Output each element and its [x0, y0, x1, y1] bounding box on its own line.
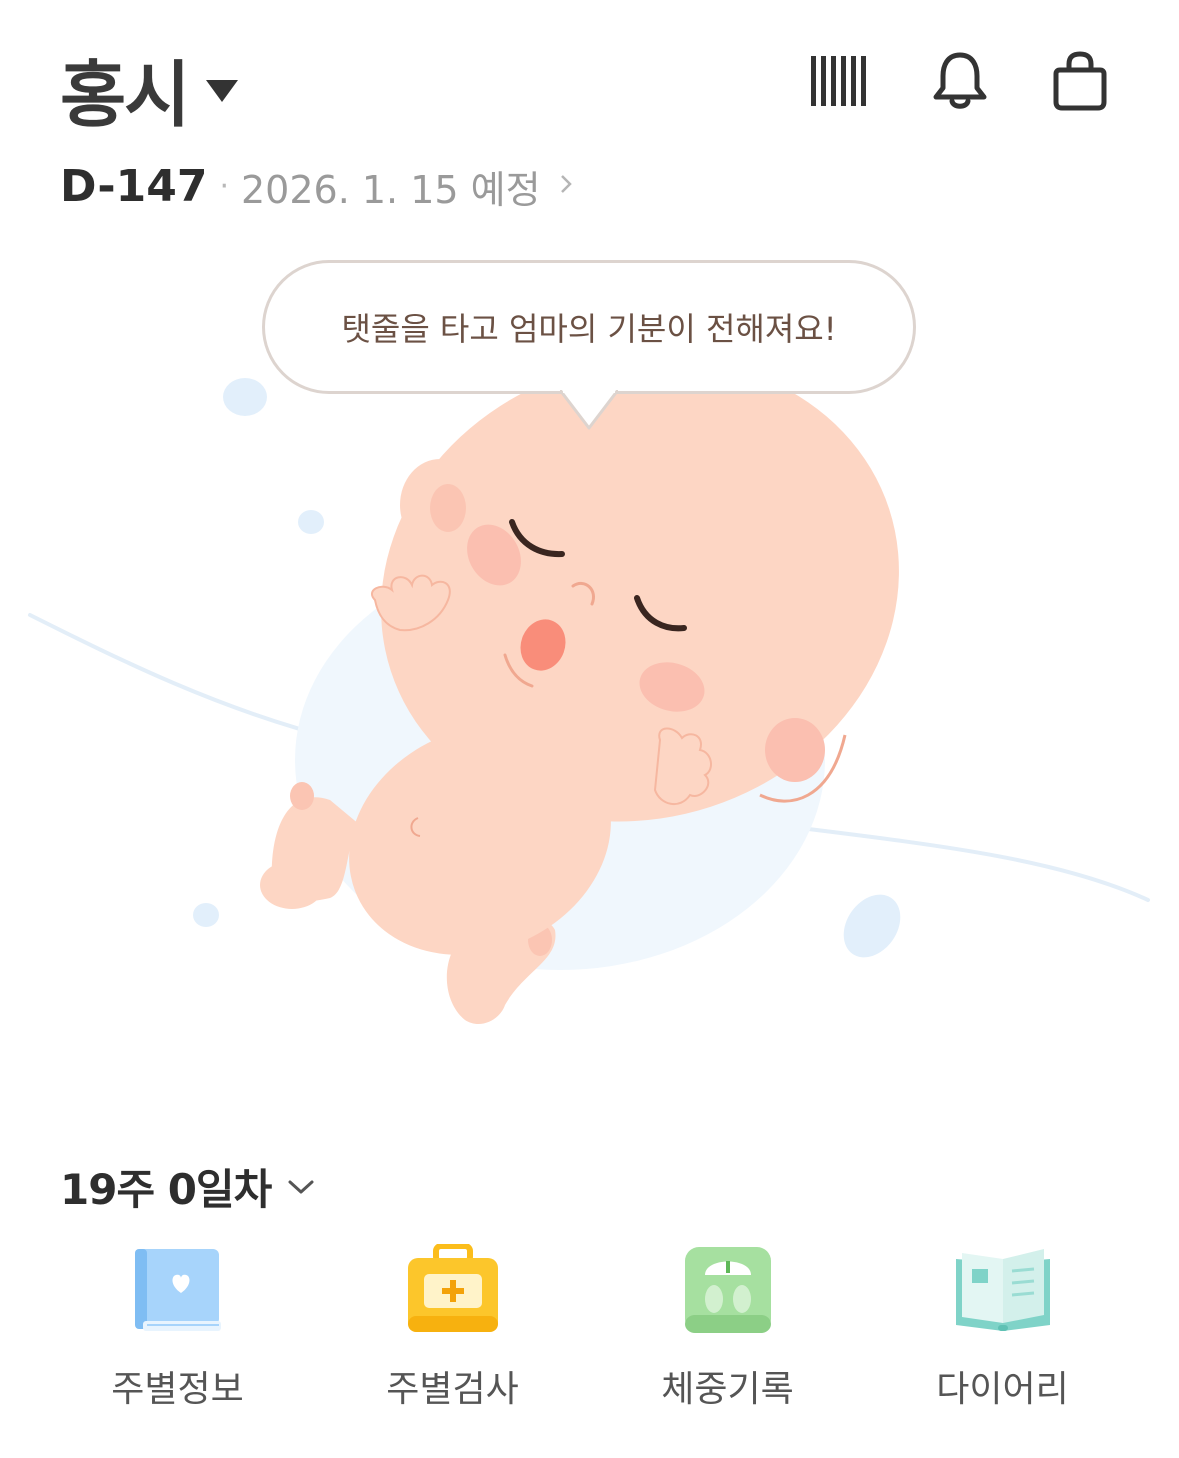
week-label: 19주 0일차 [60, 1164, 272, 1214]
menu-weekly-info[interactable]: 주별정보 [40, 1240, 315, 1412]
menu-weight-record[interactable]: 체중기록 [590, 1240, 865, 1412]
barcode-icon[interactable] [809, 50, 871, 112]
quick-menu: 주별정보 주별검사 체중기록 다이어리 [40, 1240, 1140, 1412]
menu-weekly-checkup[interactable]: 주별검사 [315, 1240, 590, 1412]
menu-label: 주별정보 [111, 1369, 244, 1410]
speech-message: 탯줄을 타고 엄마의 기분이 전해져요! [341, 310, 837, 348]
menu-label: 다이어리 [936, 1369, 1069, 1410]
hero-area: 탯줄을 타고 엄마의 기분이 전해져요! [0, 240, 1179, 1060]
caret-down-icon [206, 80, 239, 102]
baby-name-selector[interactable]: 홍시 [60, 38, 239, 138]
diary-icon [953, 1240, 1053, 1340]
scale-icon [678, 1240, 778, 1340]
baby-name: 홍시 [60, 52, 190, 137]
due-date: 2026. 1. 15 예정 [241, 167, 541, 212]
shopping-bag-icon[interactable] [1049, 50, 1111, 112]
book-heart-icon [128, 1240, 228, 1340]
menu-label: 체중기록 [661, 1369, 794, 1410]
due-date-row[interactable]: D-147 · 2026. 1. 15 예정 [60, 158, 573, 214]
menu-diary[interactable]: 다이어리 [865, 1240, 1140, 1412]
week-selector[interactable]: 19주 0일차 [60, 1158, 315, 1214]
medical-kit-icon [403, 1240, 503, 1340]
chevron-down-icon [287, 1179, 315, 1199]
separator-dot: · [219, 168, 229, 204]
bell-icon[interactable] [929, 50, 991, 112]
header: 홍시 D-147 · 2026. 1. 15 예정 [0, 0, 1179, 230]
speech-bubble-tail [560, 390, 618, 430]
dday-count: D-147 [60, 160, 208, 212]
speech-bubble: 탯줄을 타고 엄마의 기분이 전해져요! [262, 260, 916, 394]
top-actions [809, 50, 1111, 112]
menu-label: 주별검사 [386, 1369, 519, 1410]
chevron-right-icon [559, 172, 573, 200]
